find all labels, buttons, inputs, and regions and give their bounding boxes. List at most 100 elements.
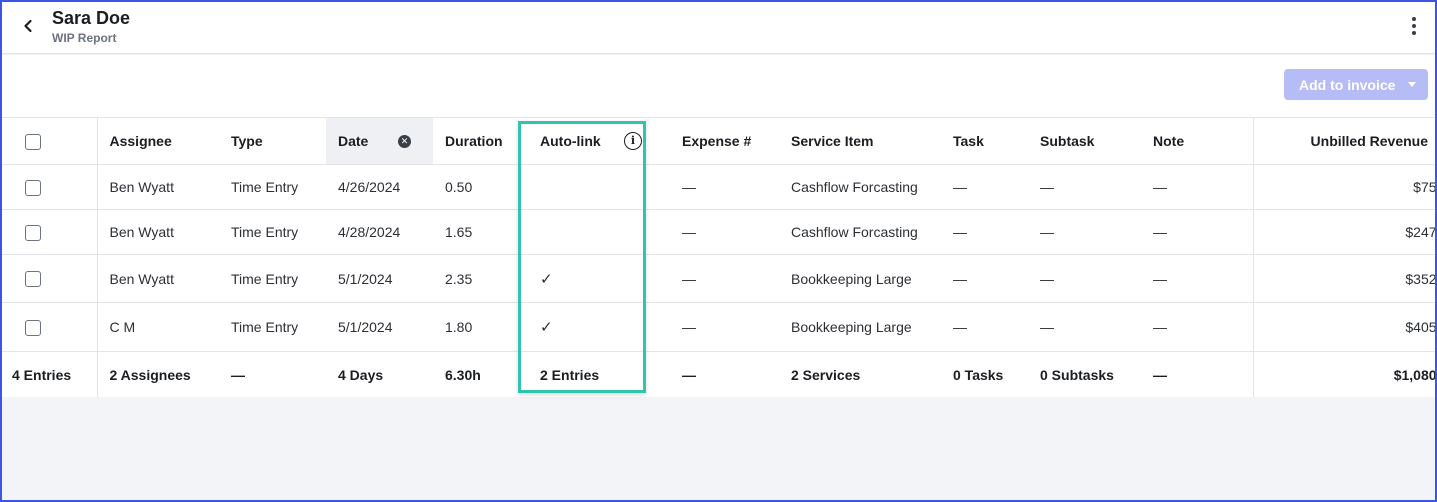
table-header-row: Assignee Type Date ✕ Duration Auto-link … <box>2 117 1437 165</box>
cell-duration[interactable]: 1.65 <box>433 209 518 255</box>
cell-note: — <box>1140 254 1254 303</box>
col-header-service-item[interactable]: Service Item <box>761 117 939 165</box>
col-header-unbilled-revenue[interactable]: Unbilled Revenue i <box>1253 117 1437 165</box>
cell-unbilled-revenue: $352.50 <box>1253 254 1437 303</box>
cell-type: Time Entry <box>219 254 326 303</box>
empty-area <box>2 397 1435 500</box>
info-icon[interactable]: i <box>624 132 642 150</box>
cell-task: — <box>939 164 1027 210</box>
total-duration: 6.30h <box>433 351 518 398</box>
cell-assignee: Ben Wyatt <box>97 209 219 255</box>
row-checkbox[interactable] <box>25 271 41 288</box>
total-tasks: 0 Tasks <box>939 351 1027 398</box>
table-row[interactable]: Ben Wyatt Time Entry 4/28/2024 1.65 — Ca… <box>2 209 1437 255</box>
cell-autolink <box>518 164 652 210</box>
cell-date: 5/1/2024 <box>326 302 433 352</box>
cell-type: Time Entry <box>219 164 326 210</box>
cell-task: — <box>939 209 1027 255</box>
col-header-unbilled-revenue-label: Unbilled Revenue <box>1310 133 1428 149</box>
cell-subtask: — <box>1027 254 1140 303</box>
wip-table: Assignee Type Date ✕ Duration Auto-link … <box>2 117 1437 398</box>
col-header-expense[interactable]: Expense # <box>652 117 761 165</box>
back-button[interactable] <box>16 14 40 38</box>
col-header-autolink[interactable]: Auto-link i <box>518 117 652 165</box>
row-select-cell <box>2 302 98 352</box>
row-select-cell <box>2 254 98 303</box>
cell-unbilled-revenue: $247.50 <box>1253 209 1437 255</box>
row-select-cell <box>2 209 98 255</box>
checkmark-icon: ✓ <box>518 254 652 303</box>
col-header-date-label: Date <box>338 133 369 149</box>
cell-duration[interactable]: 1.80 <box>433 302 518 352</box>
cell-assignee: Ben Wyatt <box>97 254 219 303</box>
table-row[interactable]: C M Time Entry 5/1/2024 1.80 ✓ — Bookkee… <box>2 302 1437 352</box>
cell-expense: — <box>652 164 761 210</box>
cell-duration[interactable]: 0.50 <box>433 164 518 210</box>
cell-type: Time Entry <box>219 209 326 255</box>
total-unbilled-revenue: $1,080.00 <box>1253 351 1437 398</box>
cell-assignee: C M <box>97 302 219 352</box>
cell-service-item: Bookkeeping Large <box>761 302 939 352</box>
cell-service-item: Cashflow Forcasting <box>761 209 939 255</box>
totals-row: 4 Entries 2 Assignees — 4 Days 6.30h 2 E… <box>2 351 1437 398</box>
total-subtasks: 0 Subtasks <box>1027 351 1140 398</box>
col-header-assignee[interactable]: Assignee <box>97 117 219 165</box>
col-header-date[interactable]: Date ✕ <box>326 117 433 165</box>
cell-unbilled-revenue: $405.00 <box>1253 302 1437 352</box>
page-subtitle: WIP Report <box>52 31 117 45</box>
cell-unbilled-revenue: $75.00 <box>1253 164 1437 210</box>
total-entries: 4 Entries <box>2 351 98 398</box>
total-assignees: 2 Assignees <box>97 351 219 398</box>
table-row[interactable]: Ben Wyatt Time Entry 4/26/2024 0.50 — Ca… <box>2 164 1437 210</box>
col-header-task[interactable]: Task <box>939 117 1027 165</box>
total-note: — <box>1140 351 1254 398</box>
cell-subtask: — <box>1027 209 1140 255</box>
cell-note: — <box>1140 302 1254 352</box>
caret-down-icon <box>1408 82 1416 87</box>
cell-service-item: Bookkeeping Large <box>761 254 939 303</box>
select-all-checkbox[interactable] <box>25 133 41 150</box>
add-to-invoice-label: Add to invoice <box>1299 76 1396 93</box>
col-header-note[interactable]: Note <box>1140 117 1254 165</box>
chevron-left-icon <box>24 19 32 33</box>
toolbar: Add to invoice <box>2 55 1435 117</box>
row-checkbox[interactable] <box>25 319 41 336</box>
kebab-menu-icon[interactable] <box>1407 14 1421 38</box>
page-header: Sara Doe WIP Report <box>2 2 1435 54</box>
checkmark-icon: ✓ <box>518 302 652 352</box>
col-header-duration[interactable]: Duration <box>433 117 518 165</box>
cell-task: — <box>939 254 1027 303</box>
total-services: 2 Services <box>761 351 939 398</box>
cell-assignee: Ben Wyatt <box>97 164 219 210</box>
cell-expense: — <box>652 209 761 255</box>
col-header-autolink-label: Auto-link <box>540 133 601 149</box>
total-autolink: 2 Entries <box>518 351 652 398</box>
cell-subtask: — <box>1027 302 1140 352</box>
row-select-cell <box>2 164 98 210</box>
row-checkbox[interactable] <box>25 179 41 196</box>
row-checkbox[interactable] <box>25 224 41 241</box>
cell-subtask: — <box>1027 164 1140 210</box>
cell-note: — <box>1140 209 1254 255</box>
cell-autolink <box>518 209 652 255</box>
cell-service-item: Cashflow Forcasting <box>761 164 939 210</box>
add-to-invoice-button[interactable]: Add to invoice <box>1284 69 1428 100</box>
select-all-cell <box>2 117 98 165</box>
cell-date: 4/28/2024 <box>326 209 433 255</box>
total-days: 4 Days <box>326 351 433 398</box>
cell-date: 5/1/2024 <box>326 254 433 303</box>
cell-expense: — <box>652 302 761 352</box>
cell-date: 4/26/2024 <box>326 164 433 210</box>
cell-task: — <box>939 302 1027 352</box>
cell-note: — <box>1140 164 1254 210</box>
total-type: — <box>219 351 326 398</box>
cell-type: Time Entry <box>219 302 326 352</box>
total-expense: — <box>652 351 761 398</box>
col-header-type[interactable]: Type <box>219 117 326 165</box>
col-header-subtask[interactable]: Subtask <box>1027 117 1140 165</box>
cell-duration[interactable]: 2.35 <box>433 254 518 303</box>
clear-filter-icon[interactable]: ✕ <box>398 135 411 148</box>
page-title: Sara Doe <box>52 8 131 28</box>
cell-expense: — <box>652 254 761 303</box>
table-row[interactable]: Ben Wyatt Time Entry 5/1/2024 2.35 ✓ — B… <box>2 254 1437 303</box>
